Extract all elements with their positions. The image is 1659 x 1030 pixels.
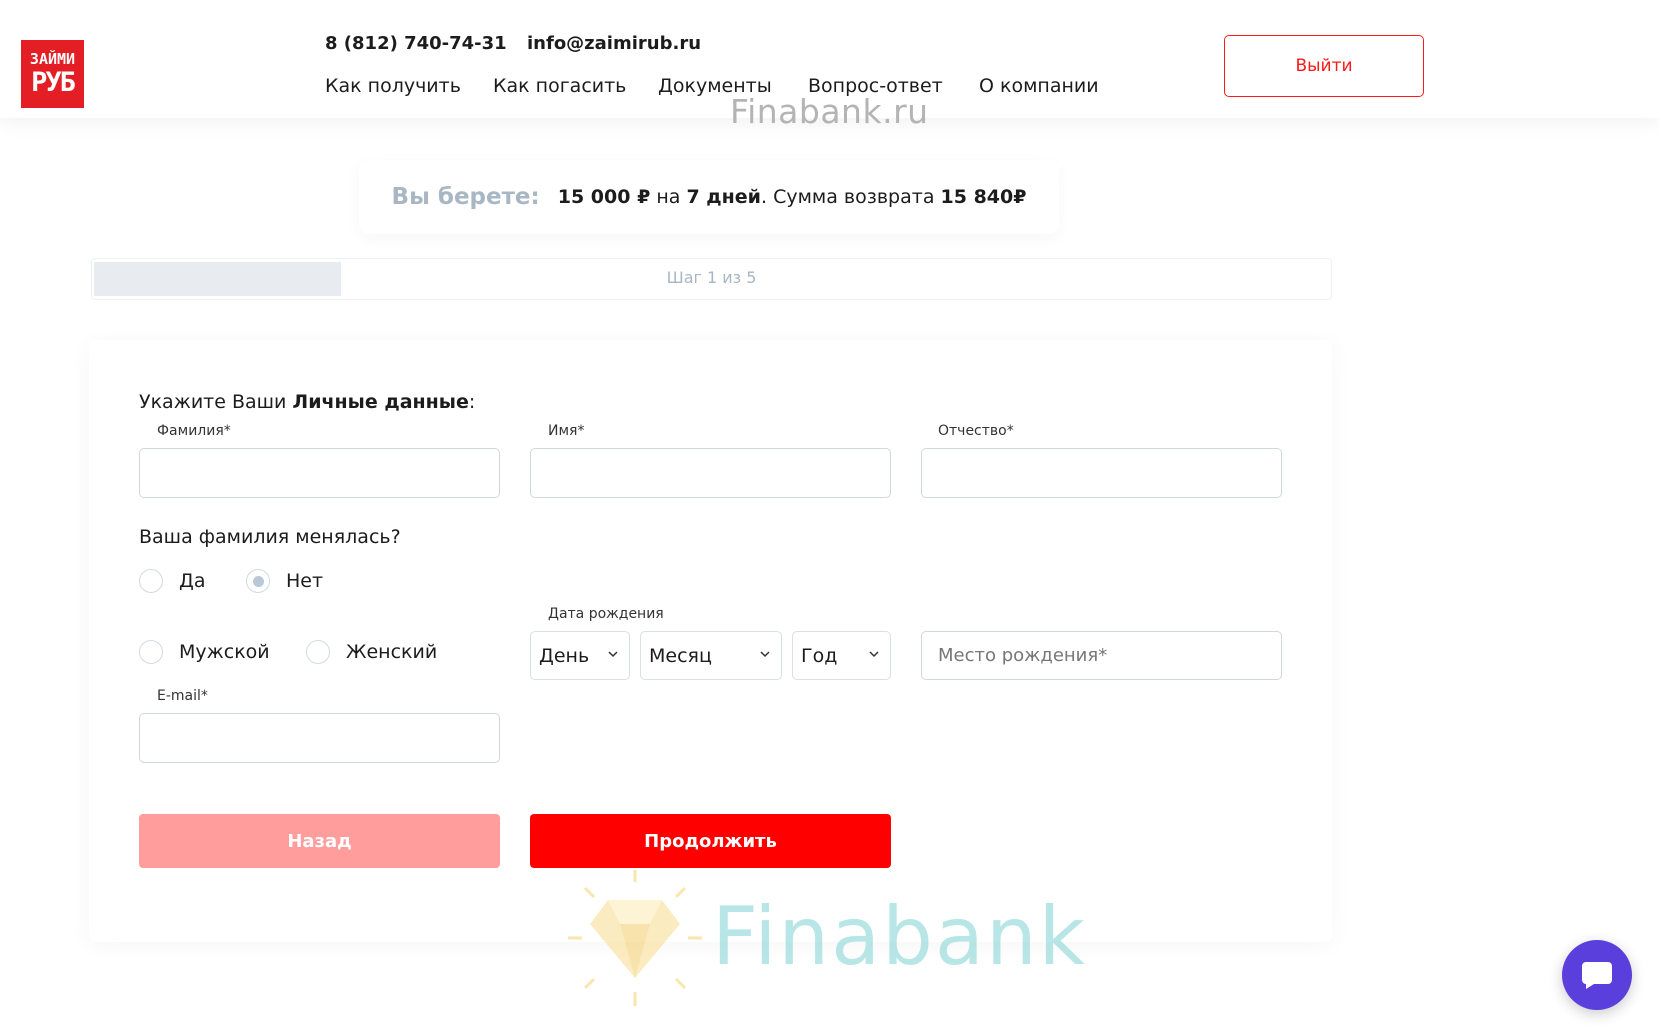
step-progress-bar: Шаг 1 из 5 <box>91 258 1332 300</box>
email-label: E-mail* <box>157 688 208 704</box>
last-name-label: Фамилия* <box>157 423 231 439</box>
phone-link[interactable]: 8 (812) 740-74-31 <box>325 33 507 54</box>
form-heading: Укажите Ваши Личные данные: <box>139 391 475 413</box>
watermark-bottom-text: Finabank <box>712 890 1087 983</box>
logo[interactable]: ЗАЙМИ РУБ <box>21 40 84 108</box>
dob-month-select[interactable]: Месяц <box>640 631 782 680</box>
logo-line-2: РУБ <box>31 67 76 98</box>
email-input[interactable] <box>139 713 500 763</box>
logo-line-1: ЗАЙМИ <box>29 50 76 68</box>
finabank-watermark: Finabank <box>560 868 1100 1008</box>
radio-surname-changed-no[interactable]: Нет <box>246 569 323 593</box>
form-heading-prefix: Укажите Ваши <box>139 391 287 413</box>
chat-bubble-icon <box>1582 962 1612 989</box>
nav-about[interactable]: О компании <box>979 75 1099 97</box>
diamond-icon <box>568 870 702 1006</box>
radio-circle[interactable] <box>306 640 330 664</box>
first-name-input[interactable] <box>530 448 891 498</box>
chevron-down-icon <box>760 651 770 658</box>
last-name-input[interactable] <box>139 448 500 498</box>
surname-changed-question: Ваша фамилия менялась? <box>139 526 401 548</box>
radio-female-label: Женский <box>346 641 438 663</box>
middle-name-label: Отчество* <box>938 423 1014 439</box>
radio-gender-male[interactable]: Мужской <box>139 640 270 664</box>
chat-button[interactable] <box>1562 940 1632 1010</box>
dob-year-select[interactable]: Год <box>792 631 891 680</box>
chevron-down-icon <box>608 651 618 658</box>
nav-how-to-get[interactable]: Как получить <box>325 75 461 97</box>
radio-no-label: Нет <box>286 570 324 592</box>
dob-month-value: Месяц <box>649 644 712 667</box>
form-heading-bold: Личные данные <box>292 391 469 413</box>
logout-button[interactable]: Выйти <box>1224 35 1424 97</box>
dob-label: Дата рождения <box>548 606 664 622</box>
summary-label: Вы берете: <box>391 184 540 210</box>
progress-text: Шаг 1 из 5 <box>666 268 757 287</box>
summary-days: 7 дней <box>686 186 761 208</box>
nav-how-to-repay[interactable]: Как погасить <box>493 75 626 97</box>
watermark-text: Finabank.ru <box>730 92 929 131</box>
form-heading-suffix: : <box>468 391 476 413</box>
radio-male-label: Мужской <box>179 641 270 663</box>
birthplace-input[interactable] <box>921 631 1282 680</box>
email-link[interactable]: info@zaimirub.ru <box>527 33 701 54</box>
middle-name-input[interactable] <box>921 448 1282 498</box>
dob-year-value: Год <box>801 644 838 667</box>
continue-button[interactable]: Продолжить <box>530 814 891 868</box>
radio-surname-changed-yes[interactable]: Да <box>139 569 206 593</box>
dob-day-select[interactable]: День <box>530 631 630 680</box>
radio-yes-label: Да <box>179 570 206 592</box>
radio-circle[interactable] <box>139 569 163 593</box>
summary-amount: 15 000 ₽ <box>557 186 651 208</box>
back-button[interactable]: Назад <box>139 814 500 868</box>
summary-return-amount: 15 840₽ <box>940 186 1027 208</box>
summary-on: на <box>656 186 681 208</box>
radio-circle-checked[interactable] <box>246 569 270 593</box>
chevron-down-icon <box>869 651 879 658</box>
first-name-label: Имя* <box>548 423 585 439</box>
summary-return-text: . Сумма возврата <box>760 186 935 208</box>
radio-circle[interactable] <box>139 640 163 664</box>
dob-day-value: День <box>539 644 590 667</box>
radio-gender-female[interactable]: Женский <box>306 640 437 664</box>
loan-summary: Вы берете: 15 000 ₽ на 7 дней . Сумма во… <box>359 160 1059 234</box>
